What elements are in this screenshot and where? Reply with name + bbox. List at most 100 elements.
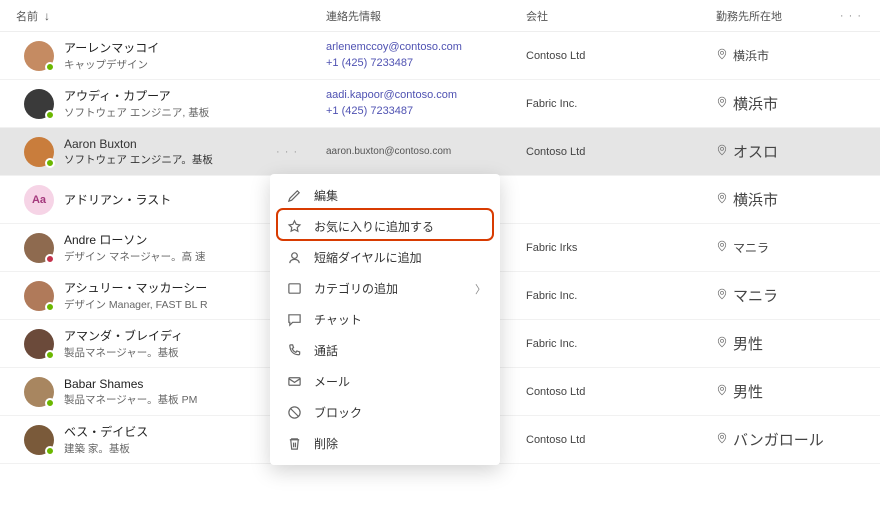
contact-name: アーレンマッコイ: [64, 39, 159, 56]
contact-name: アシュリー・マッカーシー: [64, 279, 208, 296]
location-cell: オスロ: [716, 141, 864, 162]
identity-cell: アウディ・カプーア ソフトウェア エンジニア, 基板: [16, 87, 326, 120]
presence-indicator: [45, 110, 55, 120]
contact-email[interactable]: aaron.buxton@contoso.com: [326, 145, 526, 159]
phone-icon: [286, 343, 302, 359]
menu-delete-label: 削除: [314, 435, 338, 452]
menu-block[interactable]: ブロック: [270, 397, 500, 428]
location-pin-icon: [716, 240, 728, 255]
name-block: アマンダ・ブレイディ 製品マネージャー。基板: [64, 327, 183, 360]
star-add-icon: [286, 219, 302, 235]
table-header: 名前 ↓ 連絡先情報 会社 勤務先所在地 · · ·: [0, 0, 880, 32]
chat-icon: [286, 312, 302, 328]
menu-add-favorite-label: お気に入りに追加する: [314, 218, 434, 235]
location-text: 男性: [733, 333, 763, 354]
contact-info-cell: arlenemccoy@contoso.com+1 (425) 7233487: [326, 40, 526, 71]
col-header-company[interactable]: 会社: [526, 8, 716, 24]
name-block: ベス・デイビス 建築 家。基板: [64, 423, 148, 456]
presence-indicator: [45, 350, 55, 360]
avatar[interactable]: [24, 41, 54, 71]
contact-title: デザイン マネージャー。高 速: [64, 249, 206, 264]
sort-descending-icon: ↓: [44, 9, 50, 23]
contact-phone[interactable]: +1 (425) 7233487: [326, 104, 526, 119]
mail-icon: [286, 374, 302, 390]
category-icon: [286, 281, 302, 297]
menu-chat-label: チャット: [314, 311, 362, 328]
contact-email[interactable]: arlenemccoy@contoso.com: [326, 40, 526, 55]
company-cell: Fabric Irks: [526, 242, 716, 254]
header-more-icon[interactable]: · · ·: [840, 10, 862, 22]
avatar[interactable]: [24, 137, 54, 167]
contact-name: アマンダ・ブレイディ: [64, 327, 183, 344]
avatar[interactable]: [24, 329, 54, 359]
location-pin-icon: [716, 288, 728, 303]
location-cell: バンガロール: [716, 429, 864, 450]
menu-mail[interactable]: メール: [270, 366, 500, 397]
menu-call[interactable]: 通話: [270, 335, 500, 366]
avatar[interactable]: [24, 425, 54, 455]
location-text: 横浜市: [733, 189, 778, 210]
table-row[interactable]: Aaron Buxton ソフトウェア エンジニア。基板 aaron.buxto…: [0, 128, 880, 176]
company-cell: Fabric Inc.: [526, 290, 716, 302]
location-text: マニラ: [733, 285, 778, 306]
col-header-contact[interactable]: 連絡先情報: [326, 8, 526, 24]
location-cell: 横浜市: [716, 93, 864, 114]
avatar[interactable]: [24, 233, 54, 263]
presence-indicator: [45, 254, 55, 264]
avatar[interactable]: [24, 281, 54, 311]
menu-block-label: ブロック: [314, 404, 362, 421]
table-row[interactable]: アーレンマッコイ キャップデザイン arlenemccoy@contoso.co…: [0, 32, 880, 80]
row-more-icon[interactable]: · · ·: [276, 146, 298, 158]
contact-title: キャップデザイン: [64, 57, 159, 72]
location-cell: 横浜市: [716, 47, 864, 64]
contact-email[interactable]: aadi.kapoor@contoso.com: [326, 88, 526, 103]
menu-call-label: 通話: [314, 342, 338, 359]
contact-info-cell: aadi.kapoor@contoso.com+1 (425) 7233487: [326, 88, 526, 119]
menu-delete[interactable]: 削除: [270, 428, 500, 459]
presence-indicator: [45, 446, 55, 456]
location-cell: マニラ: [716, 239, 864, 256]
menu-chat[interactable]: チャット: [270, 304, 500, 335]
col-header-name[interactable]: 名前 ↓: [16, 8, 326, 24]
menu-add-category[interactable]: カテゴリの追加 〉: [270, 273, 500, 304]
name-block: Babar Shames 製品マネージャー。基板 PM: [64, 377, 197, 407]
avatar[interactable]: Aa: [24, 185, 54, 215]
menu-edit[interactable]: 編集: [270, 180, 500, 211]
company-cell: Contoso Ltd: [526, 386, 716, 398]
speed-dial-icon: [286, 250, 302, 266]
location-pin-icon: [716, 144, 728, 159]
contact-title: 製品マネージャー。基板: [64, 345, 183, 360]
contact-title: 建築 家。基板: [64, 441, 148, 456]
chevron-right-icon: 〉: [475, 281, 486, 297]
location-cell: マニラ: [716, 285, 864, 306]
presence-indicator: [45, 302, 55, 312]
contact-title: ソフトウェア エンジニア。基板: [64, 152, 213, 167]
location-cell: 男性: [716, 333, 864, 354]
menu-add-favorite[interactable]: お気に入りに追加する: [270, 211, 500, 242]
location-cell: 男性: [716, 381, 864, 402]
block-icon: [286, 405, 302, 421]
avatar[interactable]: [24, 89, 54, 119]
menu-add-category-label: カテゴリの追加: [314, 280, 398, 297]
location-pin-icon: [716, 336, 728, 351]
name-block: アシュリー・マッカーシー デザイン Manager, FAST BL R: [64, 279, 208, 312]
trash-icon: [286, 436, 302, 452]
table-row[interactable]: アウディ・カプーア ソフトウェア エンジニア, 基板 aadi.kapoor@c…: [0, 80, 880, 128]
contact-name: アウディ・カプーア: [64, 87, 209, 104]
location-pin-icon: [716, 432, 728, 447]
company-cell: Contoso Ltd: [526, 50, 716, 62]
avatar[interactable]: [24, 377, 54, 407]
name-block: Andre ローソン デザイン マネージャー。高 速: [64, 231, 206, 264]
company-cell: Contoso Ltd: [526, 146, 716, 158]
location-pin-icon: [716, 48, 728, 63]
contact-name: Andre ローソン: [64, 231, 206, 248]
menu-speed-dial[interactable]: 短縮ダイヤルに追加: [270, 242, 500, 273]
company-cell: Fabric Inc.: [526, 338, 716, 350]
contact-phone[interactable]: +1 (425) 7233487: [326, 56, 526, 71]
location-text: オスロ: [733, 141, 778, 162]
name-block: アドリアン・ラスト: [64, 191, 171, 208]
menu-speed-dial-label: 短縮ダイヤルに追加: [314, 249, 422, 266]
name-block: Aaron Buxton ソフトウェア エンジニア。基板: [64, 137, 213, 167]
contact-name: ベス・デイビス: [64, 423, 148, 440]
location-text: 横浜市: [733, 93, 778, 114]
